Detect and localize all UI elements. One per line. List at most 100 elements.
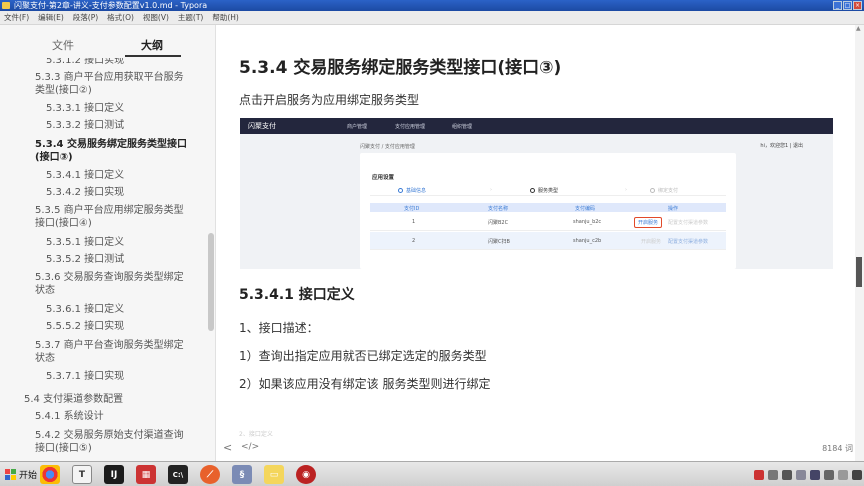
outline-list: 5.3.1.2 接口实现 5.3.3 商户平台应用获取平台服务 类型(接口②) … [0,58,206,461]
tray-icon[interactable] [852,469,862,480]
minimize-button[interactable]: _ [833,1,842,10]
embed-logo: 闪聚支付 [248,122,276,130]
embed-nav-item: 支付应用管理 [395,124,426,130]
menu-view[interactable]: 视图(V) [143,12,169,23]
editor-scrollbar[interactable]: ▲ [855,25,864,461]
tray-icon[interactable] [810,469,820,480]
menu-theme[interactable]: 主题(T) [178,12,203,23]
embed-step: 基础信息 [398,187,426,194]
scroll-up-icon[interactable]: ▲ [856,25,861,32]
subsection-heading: 5.3.4.1 接口定义 [239,287,355,303]
embed-td: shanju_c2b [573,238,602,244]
embedded-screenshot: 闪聚支付 商户管理 支付应用管理 组织管理 闪聚支付 / 支付应用管理 hi，欢… [240,118,833,269]
embed-th: 操作 [668,206,679,212]
tray-icon[interactable] [824,469,834,480]
recorder-icon[interactable]: ◉ [296,465,316,484]
embed-table-row: 1 闪聚B2C shanju_b2c 开启服务 配置支付渠道参数 [370,213,726,231]
embed-table-row: 2 闪聚C扫B shanju_c2b 开启服务 配置支付渠道参数 [370,232,726,250]
outline-item[interactable]: 5.5.5.2 接口实现 [46,320,124,333]
paragraph: 1、接口描述： [239,321,319,335]
folder-icon[interactable]: ▭ [264,465,284,484]
tool-icon[interactable]: § [232,465,252,484]
windows-logo-icon [5,469,16,480]
outline-item[interactable]: 5.3.7.1 接口实现 [46,370,124,383]
outline-item[interactable]: 5.3.4.1 接口定义 [46,169,124,182]
outline-item[interactable]: 类型(接口②) [35,84,92,97]
outline-item[interactable]: 5.4.2 交易服务原始支付渠道查询 [35,429,184,442]
embed-user: hi，欢迎您1 | 退出 [760,143,803,149]
outline-item[interactable]: 5.3.4.2 接口实现 [46,186,124,199]
tab-outline[interactable]: 大纲 [141,37,163,53]
tray-icon[interactable] [838,469,848,480]
word-count[interactable]: 8184 词 [822,443,853,454]
toggle-sidebar-button[interactable]: < [223,441,232,454]
window-title: 闪聚支付-第2章-讲义-支付参数配置v1.0.md - Typora [14,1,208,10]
embed-open-service-button: 开启服务 [634,217,663,228]
step-dot-icon [650,188,655,193]
embed-td: 2 [412,238,416,244]
input-method-icon[interactable] [754,469,764,480]
menu-format[interactable]: 格式(O) [107,12,134,23]
chevron-right-icon: › [625,187,627,193]
outline-item[interactable]: 5.3.6.1 接口定义 [46,303,124,316]
outline-item[interactable]: 5.3.5.2 接口测试 [46,253,124,266]
network-icon[interactable] [768,469,778,480]
outline-item-active[interactable]: (接口③) [35,151,73,164]
start-button[interactable]: 开始 [2,466,41,483]
outline-item[interactable]: 5.3.1.2 接口实现 [46,58,124,67]
embed-table-header: 支付ID 支付名称 支付编码 操作 [370,203,726,212]
app-icon [2,2,10,9]
outline-item[interactable]: 5.3.6 交易服务查询服务类型绑定 [35,271,184,284]
menu-bar: 文件(F) 编辑(E) 段落(P) 格式(O) 视图(V) 主题(T) 帮助(H… [0,11,864,25]
outline-item[interactable]: 接口(接口④) [35,217,92,230]
embed-config-link: 配置支付渠道参数 [668,239,709,245]
scrollbar-thumb[interactable] [856,257,862,287]
outline-item[interactable]: 5.3.3 商户平台应用获取平台服务 [35,71,184,84]
outline-item[interactable]: 5.3.7 商户平台查询服务类型绑定 [35,339,184,352]
embed-td: 闪聚B2C [488,220,509,226]
embed-step: 绑定支付 [650,187,678,194]
embed-nav: 闪聚支付 商户管理 支付应用管理 组织管理 [240,118,833,134]
system-tray [754,465,862,484]
close-button[interactable]: × [853,1,862,10]
maximize-button[interactable]: □ [843,1,852,10]
sidebar-scrollbar[interactable] [208,233,214,331]
menu-help[interactable]: 帮助(H) [212,12,239,23]
embed-breadcrumb: 闪聚支付 / 支付应用管理 [360,144,415,150]
postman-icon[interactable]: ⟋ [200,465,220,484]
editor[interactable]: 5.3.4 交易服务绑定服务类型接口(接口③) 点击开启服务为应用绑定服务类型 … [217,25,855,461]
embed-th: 支付编码 [575,206,596,212]
redis-icon[interactable]: ▦ [136,465,156,484]
outline-item[interactable]: 5.3.5.1 接口定义 [46,236,124,249]
source-mode-button[interactable]: </> [241,442,259,452]
chrome-icon[interactable] [40,465,60,484]
section-heading: 5.3.4 交易服务绑定服务类型接口(接口③) [239,58,562,78]
paragraph: 1）查询出指定应用就否已绑定选定的服务类型 [239,349,487,363]
outline-item[interactable]: 接口(接口⑤) [35,442,92,455]
outline-item[interactable]: 状态 [35,352,55,365]
menu-file[interactable]: 文件(F) [4,12,29,23]
typora-icon[interactable]: T [72,465,92,484]
intellij-icon[interactable]: IJ [104,465,124,484]
outline-item[interactable]: 5.3.5 商户平台应用绑定服务类型 [35,204,184,217]
cut-off-text: 2、接口定义 [239,431,273,438]
menu-paragraph[interactable]: 段落(P) [73,12,98,23]
active-tab-indicator [125,55,181,57]
volume-icon[interactable] [782,469,792,480]
sidebar: 文件 大纲 5.3.1.2 接口实现 5.3.3 商户平台应用获取平台服务 类型… [0,25,216,461]
outline-item[interactable]: 5.3.3.1 接口定义 [46,102,124,115]
outline-item[interactable]: 5.4 支付渠道参数配置 [24,393,123,406]
embed-td: shanju_b2c [573,219,602,225]
outline-item[interactable]: 5.3.3.2 接口测试 [46,119,124,132]
terminal-icon[interactable]: C:\ [168,465,188,484]
tray-icon[interactable] [796,469,806,480]
status-bar: < </> 8184 词 [217,437,855,461]
title-bar: 闪聚支付-第2章-讲义-支付参数配置v1.0.md - Typora _ □ × [0,0,864,11]
embed-card-title: 应用设置 [372,175,395,181]
menu-edit[interactable]: 编辑(E) [38,12,64,23]
outline-item[interactable]: 5.4.1 系统设计 [35,410,104,423]
outline-item-active[interactable]: 5.3.4 交易服务绑定服务类型接口 [35,138,187,151]
chevron-right-icon: › [490,187,492,193]
tab-files[interactable]: 文件 [52,37,74,53]
outline-item[interactable]: 状态 [35,284,55,297]
